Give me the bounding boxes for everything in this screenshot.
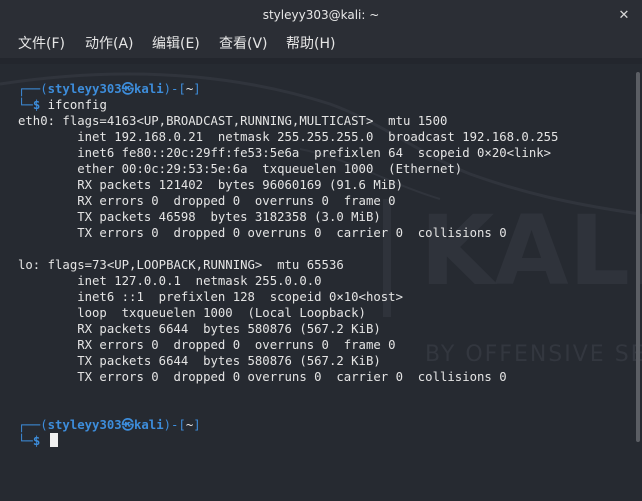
- prompt-line-2: ┌──(styleyy303㉿kali)-[~]: [18, 418, 201, 432]
- skull-icon: ㉿: [121, 418, 134, 432]
- menu-edit[interactable]: 编辑(E): [152, 30, 200, 58]
- window-title: styleyy303@kali: ~: [262, 8, 380, 22]
- command-text: ifconfig: [47, 98, 107, 112]
- output-line: TX packets 6644 bytes 580876 (567.2 KiB): [18, 354, 381, 368]
- skull-icon: ㉿: [121, 82, 134, 96]
- output-line: RX errors 0 dropped 0 overruns 0 frame 0: [18, 338, 396, 352]
- output-line: TX packets 46598 bytes 3182358 (3.0 MiB): [18, 210, 381, 224]
- terminal-output-area[interactable]: KALI BY OFFENSIVE SECURITY ┌──(styleyy30…: [0, 64, 642, 501]
- terminal-window: styleyy303@kali: ~ ✕ 文件(F) 动作(A) 编辑(E) 查…: [0, 0, 642, 501]
- output-line: loop txqueuelen 1000 (Local Loopback): [18, 306, 366, 320]
- output-line: RX packets 121402 bytes 96060169 (91.6 M…: [18, 178, 403, 192]
- output-line: lo: flags=73<UP,LOOPBACK,RUNNING> mtu 65…: [18, 258, 344, 272]
- output-line: inet 192.168.0.21 netmask 255.255.255.0 …: [18, 130, 559, 144]
- scrollbar[interactable]: [636, 72, 640, 442]
- close-icon: ✕: [618, 7, 630, 22]
- menu-help[interactable]: 帮助(H): [286, 30, 335, 58]
- watermark-brand: KALI: [420, 195, 642, 307]
- output-line: inet6 fe80::20c:29ff:fe53:5e6a prefixlen…: [18, 146, 552, 160]
- output-line: ether 00:0c:29:53:5e:6a txqueuelen 1000 …: [18, 162, 463, 176]
- watermark-tagline: BY OFFENSIVE SECURITY: [425, 342, 642, 367]
- text-cursor: [49, 433, 58, 447]
- output-line: inet 127.0.0.1 netmask 255.0.0.0: [18, 274, 322, 288]
- prompt-line-1: ┌──(styleyy303㉿kali)-[~]: [18, 82, 201, 96]
- output-line: RX errors 0 dropped 0 overruns 0 frame 0: [18, 194, 396, 208]
- command-line-2[interactable]: └─$: [18, 433, 58, 449]
- close-button[interactable]: ✕: [616, 7, 632, 23]
- output-line: TX errors 0 dropped 0 overruns 0 carrier…: [18, 226, 507, 240]
- menu-view[interactable]: 查看(V): [219, 30, 268, 58]
- command-line-1: └─$ ifconfig: [18, 98, 107, 112]
- output-line: inet6 ::1 prefixlen 128 scopeid 0×10<hos…: [18, 290, 403, 304]
- title-bar: styleyy303@kali: ~ ✕: [0, 0, 642, 30]
- menu-bar: 文件(F) 动作(A) 编辑(E) 查看(V) 帮助(H): [0, 30, 642, 58]
- output-line: TX errors 0 dropped 0 overruns 0 carrier…: [18, 370, 507, 384]
- menu-action[interactable]: 动作(A): [85, 30, 134, 58]
- output-line: eth0: flags=4163<UP,BROADCAST,RUNNING,MU…: [18, 114, 448, 128]
- output-line: RX packets 6644 bytes 580876 (567.2 KiB): [18, 322, 381, 336]
- menu-file[interactable]: 文件(F): [18, 30, 65, 58]
